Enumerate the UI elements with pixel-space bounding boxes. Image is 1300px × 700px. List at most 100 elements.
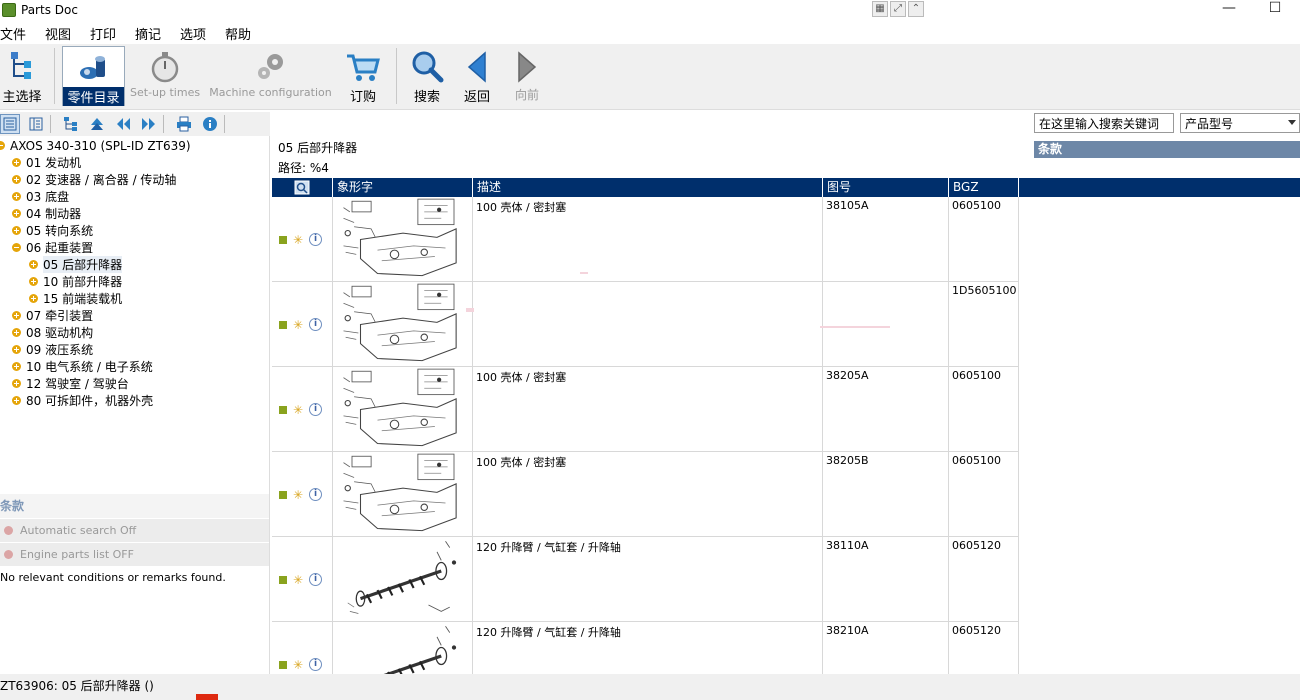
list-view-icon[interactable] <box>0 114 20 134</box>
sparkle-icon[interactable]: ✳ <box>293 489 303 501</box>
maximize-button[interactable]: ☐ <box>1252 0 1298 20</box>
collapse-icon <box>12 243 21 252</box>
pictogram-thumbnail[interactable] <box>333 537 473 622</box>
grid-icon[interactable]: ▦ <box>872 1 888 17</box>
machine-config-button[interactable]: Machine configuration <box>208 46 333 106</box>
condition-engine-parts[interactable]: Engine parts list OFF <box>0 542 269 566</box>
table-row[interactable]: ✳ i 100 壳体 / 密封塞 38205A 0605100 <box>272 367 1019 452</box>
tree-item[interactable]: 04 制动器 <box>12 205 81 222</box>
info-icon[interactable] <box>200 114 220 134</box>
tree-item[interactable]: 15 前端装载机 <box>29 290 122 307</box>
row-icons: ✳ i <box>272 197 333 282</box>
tree-item-expanded[interactable]: 06 起重装置 <box>12 239 93 256</box>
print-icon[interactable] <box>174 114 194 134</box>
column-description[interactable]: 描述 <box>473 178 823 197</box>
menu-bar: 文件 视图 打印 摘记 选项 帮助 <box>0 22 1300 44</box>
pictogram-thumbnail[interactable] <box>333 452 473 537</box>
main-select-button[interactable]: 主选择 <box>0 46 44 106</box>
row-drawing-no: 38105A <box>823 197 949 282</box>
tree-root[interactable]: AXOS 340-310 (SPL-ID ZT639) <box>0 137 191 154</box>
row-bgz: 0605120 <box>949 537 1019 622</box>
sparkle-icon[interactable]: ✳ <box>293 404 303 416</box>
menu-options[interactable]: 选项 <box>180 24 214 43</box>
search-button[interactable]: 搜索 <box>407 46 447 106</box>
tree-item[interactable]: 05 转向系统 <box>12 222 93 239</box>
menu-view[interactable]: 视图 <box>45 24 79 43</box>
pictogram-thumbnail[interactable] <box>333 622 473 674</box>
table-row[interactable]: ✳ i 100 壳体 / 密封塞 38105A 0605100 <box>272 197 1019 282</box>
sparkle-icon[interactable]: ✳ <box>293 234 303 246</box>
arrow-right-icon <box>518 51 537 83</box>
expand-icon <box>12 175 21 184</box>
menu-help[interactable]: 帮助 <box>225 24 259 43</box>
menu-print[interactable]: 打印 <box>90 24 124 43</box>
order-button[interactable]: 订购 <box>343 46 383 106</box>
magnifier-icon <box>412 51 444 83</box>
pictogram-thumbnail[interactable] <box>333 367 473 452</box>
tree-item[interactable]: 03 底盘 <box>12 188 69 205</box>
language-flag-icon[interactable] <box>196 694 218 700</box>
info-icon[interactable]: i <box>309 488 323 501</box>
status-square-icon <box>279 235 287 244</box>
parts-table: ✳ i 100 壳体 / 密封塞 38105A 0605100 ✳ i 1D5605100 ✳ i… <box>272 197 1019 674</box>
tree-item[interactable]: 07 牵引装置 <box>12 307 93 324</box>
table-row[interactable]: ✳ i 100 壳体 / 密封塞 38205B 0605100 <box>272 452 1019 537</box>
back-button[interactable]: 返回 <box>458 46 496 106</box>
tree-item[interactable]: 09 液压系统 <box>12 341 93 358</box>
expand-icon <box>29 260 38 269</box>
tree-item-selected[interactable]: 05 后部升降器 <box>29 256 123 273</box>
row-drawing-no: 38205B <box>823 452 949 537</box>
tree-item[interactable]: 08 驱动机构 <box>12 324 93 341</box>
sparkle-icon[interactable]: ✳ <box>293 574 303 586</box>
tree-item[interactable]: 01 发动机 <box>12 154 81 171</box>
status-square-icon <box>279 575 287 584</box>
row-icons: ✳ i <box>272 367 333 452</box>
tree-item[interactable]: 10 电气系统 / 电子系统 <box>12 358 153 375</box>
condition-automatic-search[interactable]: Automatic search Off <box>0 518 269 542</box>
menu-file[interactable]: 文件 <box>0 24 34 43</box>
info-icon[interactable]: i <box>309 658 323 671</box>
info-icon[interactable]: i <box>309 573 323 586</box>
fullscreen-icon[interactable]: ⤢ <box>890 1 906 17</box>
status-dot-icon <box>4 526 13 535</box>
info-icon[interactable]: i <box>309 403 323 416</box>
pictogram-thumbnail[interactable] <box>333 282 473 367</box>
no-conditions-message: No relevant conditions or remarks found. <box>0 571 226 584</box>
detail-view-icon[interactable] <box>26 114 46 134</box>
row-bgz: 0605100 <box>949 367 1019 452</box>
table-row[interactable]: ✳ i 120 升降臂 / 气缸套 / 升降轴 38110A 0605120 <box>272 537 1019 622</box>
menu-notes[interactable]: 摘记 <box>135 24 169 43</box>
level-up-icon[interactable] <box>87 114 107 134</box>
search-input[interactable]: 在这里输入搜索关键词 <box>1034 113 1174 133</box>
table-row[interactable]: ✳ i 120 升降臂 / 气缸套 / 升降轴 38210A 0605120 <box>272 622 1019 674</box>
forward-button[interactable]: 向前 <box>508 46 546 106</box>
column-bgz[interactable]: BGZ <box>949 178 1019 197</box>
setup-times-button[interactable]: Set-up times <box>130 46 200 106</box>
stopwatch-icon <box>151 52 179 83</box>
zoom-column-header[interactable] <box>272 178 333 197</box>
row-description: 100 壳体 / 密封塞 <box>473 197 823 282</box>
product-type-select[interactable]: 产品型号 <box>1180 113 1300 133</box>
sparkle-icon[interactable]: ✳ <box>293 659 303 671</box>
column-drawing-no[interactable]: 图号 <box>823 178 949 197</box>
sparkle-icon[interactable]: ✳ <box>293 319 303 331</box>
column-pictogram[interactable]: 象形字 <box>333 178 473 197</box>
parts-catalog-button[interactable]: 零件目录 <box>62 46 125 106</box>
tree-item[interactable]: 80 可拆卸件，机器外壳 <box>12 392 153 409</box>
last-page-icon[interactable] <box>139 114 159 134</box>
minimize-button[interactable]: — <box>1206 0 1252 20</box>
terms-bar[interactable]: 条款 <box>1034 141 1300 158</box>
tree-item[interactable]: 02 变速器 / 离合器 / 传动轴 <box>12 171 176 188</box>
row-drawing-no <box>823 282 949 367</box>
row-icons: ✳ i <box>272 537 333 622</box>
chevron-up-icon[interactable]: ⌃ <box>908 1 924 17</box>
info-icon[interactable]: i <box>309 233 323 246</box>
tree-item[interactable]: 10 前部升降器 <box>29 273 122 290</box>
tree-expand-icon[interactable] <box>61 114 81 134</box>
conditions-panel: 条款 Automatic search Off Engine parts lis… <box>0 494 270 674</box>
tree-item[interactable]: 12 驾驶室 / 驾驶台 <box>12 375 129 392</box>
info-icon[interactable]: i <box>309 318 323 331</box>
pictogram-thumbnail[interactable] <box>333 197 473 282</box>
table-row[interactable]: ✳ i 1D5605100 <box>272 282 1019 367</box>
first-page-icon[interactable] <box>113 114 133 134</box>
